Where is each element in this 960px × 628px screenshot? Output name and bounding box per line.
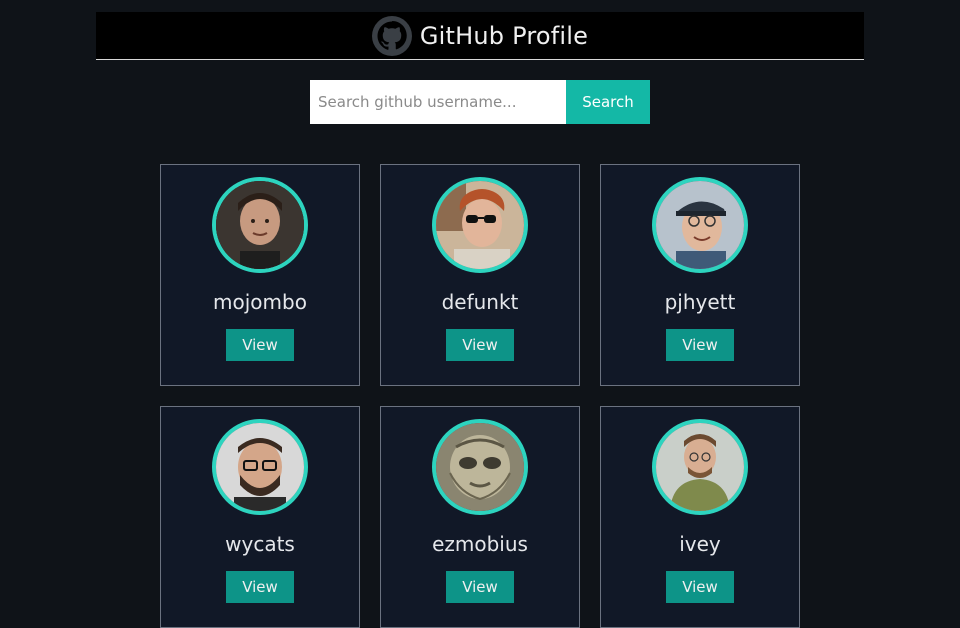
avatar [212, 419, 308, 515]
user-grid: mojombo View defunkt View pjhyett View w… [160, 164, 800, 628]
view-button[interactable]: View [446, 571, 514, 603]
username: mojombo [213, 290, 307, 314]
view-button[interactable]: View [226, 329, 294, 361]
search-input[interactable] [310, 80, 566, 124]
page-title: GitHub Profile [419, 21, 589, 50]
search-button[interactable]: Search [566, 80, 650, 124]
view-button[interactable]: View [666, 329, 734, 361]
username: pjhyett [664, 290, 736, 314]
username: defunkt [441, 290, 519, 314]
github-logo-icon [371, 15, 412, 56]
user-card: defunkt View [380, 164, 580, 386]
app-header: GitHub Profile [96, 12, 864, 60]
view-button[interactable]: View [226, 571, 294, 603]
search-bar: Search [310, 80, 650, 124]
user-card: pjhyett View [600, 164, 800, 386]
avatar [432, 419, 528, 515]
user-card: mojombo View [160, 164, 360, 386]
avatar [652, 419, 748, 515]
avatar [432, 177, 528, 273]
avatar [652, 177, 748, 273]
user-card: wycats View [160, 406, 360, 628]
user-card: ezmobius View [380, 406, 580, 628]
username: wycats [225, 532, 295, 556]
user-card: ivey View [600, 406, 800, 628]
view-button[interactable]: View [446, 329, 514, 361]
view-button[interactable]: View [666, 571, 734, 603]
avatar [212, 177, 308, 273]
username: ezmobius [432, 532, 528, 556]
username: ivey [679, 532, 721, 556]
